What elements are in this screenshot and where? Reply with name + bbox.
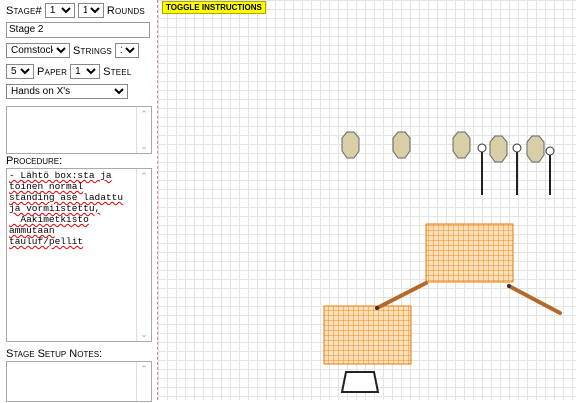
strings-select[interactable]: 1 bbox=[114, 43, 139, 58]
start-position-select[interactable]: Hands on X's bbox=[6, 84, 128, 99]
procedure-line: Aakimetkisto bbox=[9, 214, 89, 225]
strings-label: Strings bbox=[73, 44, 112, 57]
procedure-line: standing ase ladattu bbox=[9, 192, 124, 203]
procedure-textarea[interactable]: - Lähtö box:sta ja toinen normal standin… bbox=[6, 168, 152, 342]
wall-end bbox=[375, 306, 379, 310]
pole-target[interactable] bbox=[545, 146, 555, 156]
wall[interactable] bbox=[375, 281, 428, 310]
steel-label: Steel bbox=[103, 65, 132, 78]
targets-row: 5 Paper 1 Steel bbox=[6, 64, 131, 79]
scroll-up-icon[interactable]: ⌃ bbox=[139, 171, 149, 181]
scroll-down-icon[interactable]: ⌄ bbox=[139, 329, 149, 339]
procedure-line: ja vormiistettu, bbox=[9, 203, 101, 214]
stage-canvas[interactable] bbox=[158, 0, 576, 400]
procedure-label: Procedure: bbox=[6, 155, 63, 167]
rounds-label: Rounds bbox=[106, 4, 145, 17]
setup-notes-scrollbar[interactable]: ⌃ bbox=[136, 362, 151, 401]
procedure-line: - Lähtö box:sta ja bbox=[9, 170, 112, 181]
stage-number-select[interactable]: 1 bbox=[44, 3, 75, 18]
procedure-text: - Lähtö box:sta ja toinen normal standin… bbox=[7, 169, 151, 248]
stage-label: Stage# bbox=[6, 4, 42, 17]
scroll-up-icon[interactable]: ⌃ bbox=[139, 109, 149, 119]
description-scrollbar[interactable]: ⌃ ⌄ bbox=[136, 107, 151, 153]
scoring-row: Comstock Strings 1 bbox=[6, 43, 139, 58]
setup-notes-label: Stage Setup Notes: bbox=[6, 348, 103, 360]
paper-target[interactable] bbox=[425, 223, 514, 283]
wall-end bbox=[507, 284, 511, 288]
pole-target[interactable] bbox=[512, 143, 522, 153]
steel-target[interactable] bbox=[392, 131, 411, 159]
paper-target[interactable] bbox=[323, 305, 412, 365]
steel-target[interactable] bbox=[526, 135, 545, 163]
start-box[interactable] bbox=[340, 371, 380, 393]
wall[interactable] bbox=[507, 284, 562, 315]
steel-target[interactable] bbox=[341, 131, 360, 159]
toggle-instructions-button[interactable]: TOGGLE INSTRUCTIONS bbox=[162, 1, 266, 14]
procedure-line: tauluf/pellit bbox=[9, 236, 84, 247]
procedure-line: ammutaan bbox=[9, 225, 55, 236]
start-position-row: Hands on X's bbox=[6, 84, 128, 99]
scroll-down-icon[interactable]: ⌄ bbox=[139, 141, 149, 151]
pole-target[interactable] bbox=[477, 143, 487, 153]
scoring-type-select[interactable]: Comstock bbox=[6, 43, 70, 58]
scroll-up-icon[interactable]: ⌃ bbox=[139, 364, 149, 374]
target-count-select[interactable]: 5 bbox=[6, 64, 34, 79]
rounds-select[interactable]: 1 bbox=[77, 3, 104, 18]
steel-target[interactable] bbox=[452, 131, 471, 159]
stage-diagram bbox=[323, 131, 562, 393]
stage-name-input[interactable]: Stage 2 bbox=[6, 22, 150, 38]
description-textarea[interactable]: ⌃ ⌄ bbox=[6, 106, 152, 154]
paper-label: Paper bbox=[37, 65, 68, 78]
procedure-line: toinen normal bbox=[9, 181, 84, 192]
stage-row: Stage# 1 1 Rounds bbox=[6, 3, 145, 18]
paper-select[interactable]: 1 bbox=[70, 64, 101, 79]
sidebar: Stage# 1 1 Rounds Stage 2 Comstock Strin… bbox=[0, 0, 157, 402]
steel-target[interactable] bbox=[489, 135, 508, 163]
procedure-scrollbar[interactable]: ⌃ ⌄ bbox=[136, 169, 151, 341]
setup-notes-textarea[interactable]: ⌃ bbox=[6, 361, 152, 402]
